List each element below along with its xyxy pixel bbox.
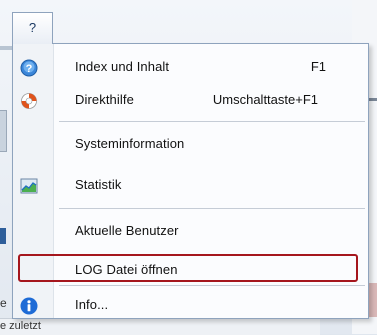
menu-item-label: Systeminformation [75,136,185,151]
menu-item-shortcut: Umschalttaste+F1 [212,92,318,107]
menu-item-direkthilfe[interactable]: Direkthilfe Umschalttaste+F1 [13,85,368,115]
background-text: e [0,296,7,310]
svg-text:?: ? [26,63,33,75]
background-grid-cell [0,318,320,335]
menu-item-label: Index und Inhalt [75,59,170,74]
lifebuoy-icon [20,92,38,110]
help-menu-label: ? [28,20,37,35]
chart-icon [20,177,38,195]
background-button[interactable] [0,110,7,152]
menu-separator [59,285,365,286]
menu-item-label: Direkthilfe [75,92,134,107]
menu-separator [59,208,365,209]
menu-item-statistik[interactable]: Statistik [13,170,368,200]
menu-separator [59,121,365,122]
menu-item-label: Aktuelle Benutzer [75,223,179,238]
help-icon: ? [20,59,38,77]
highlight-annotation [18,254,358,282]
menu-item-label: Info... [75,297,109,312]
menu-item-systeminformation[interactable]: Systeminformation [13,129,368,159]
help-menu-tab[interactable]: ? [12,12,53,44]
menu-item-info[interactable]: Info... [13,290,368,320]
background-text: e zuletzt [0,320,41,332]
info-icon [20,297,38,315]
menu-item-label: Statistik [75,177,122,192]
background-icon [0,228,6,244]
menu-item-aktuelle-benutzer[interactable]: Aktuelle Benutzer [13,216,368,246]
menu-item-shortcut: F1 [310,59,326,74]
menu-item-index[interactable]: ? Index und Inhalt F1 [13,52,368,82]
